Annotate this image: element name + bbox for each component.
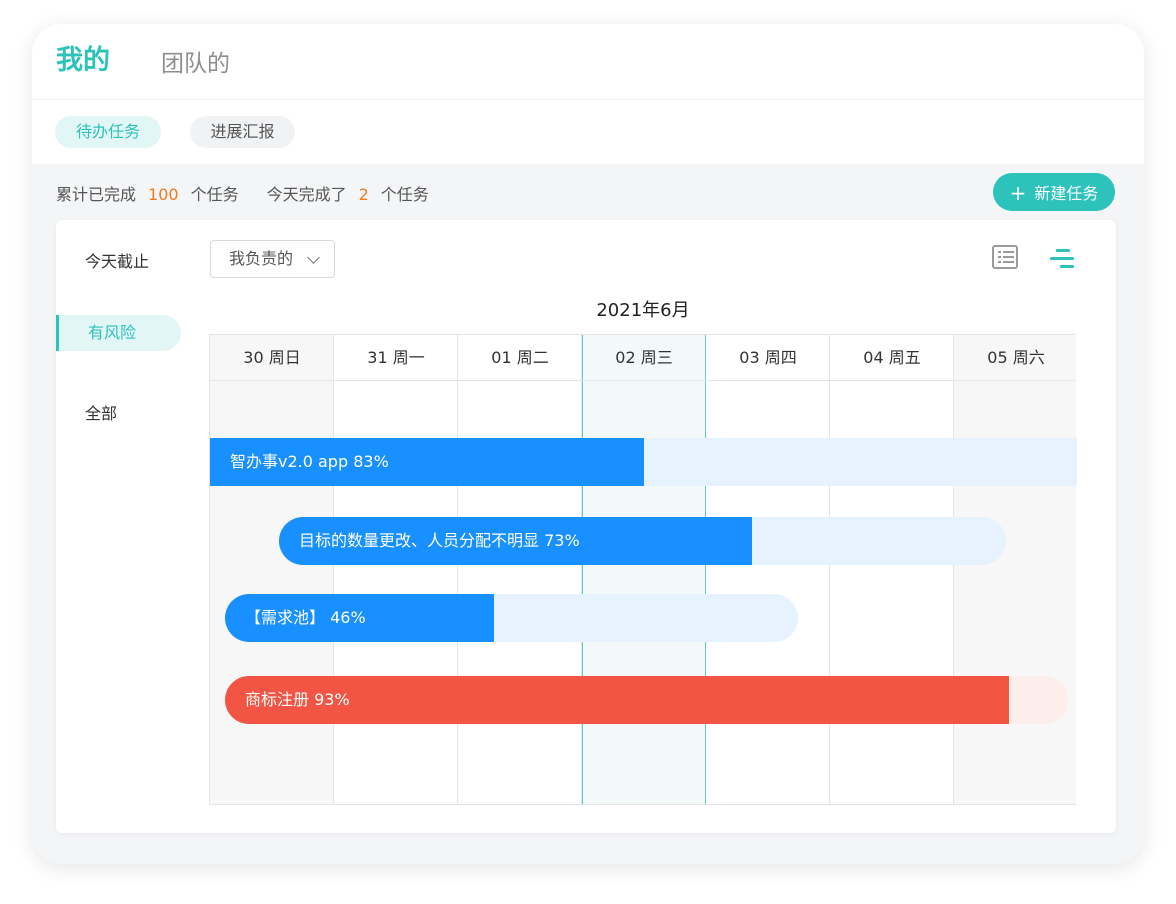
top-section: 我的 团队的 待办任务 进展汇报 [32, 24, 1144, 164]
task-bar[interactable]: 目标的数量更改、人员分配不明显 73% [279, 517, 1006, 565]
tab-mine[interactable]: 我的 [56, 38, 110, 77]
completed-count: 100 [148, 185, 179, 204]
subtab-report[interactable]: 进展汇报 [190, 116, 295, 148]
task-stats: 累计已完成 100 个任务 今天完成了 2 个任务 [56, 181, 429, 205]
sidebar-item-at-risk[interactable]: 有风险 [56, 315, 181, 351]
day-header-today: 02 周三 [615, 348, 673, 367]
task-label: 商标注册 93% [245, 690, 350, 709]
task-label: 智办事v2.0 app 83% [230, 452, 389, 471]
column-thu [706, 335, 830, 804]
task-label: 【需求池】 46% [245, 608, 366, 627]
completed-suffix: 个任务 [190, 185, 239, 204]
task-bar[interactable]: 商标注册 93% [225, 676, 1068, 724]
gantt-view-icon[interactable] [1050, 248, 1076, 270]
today-label: 今天完成了 [266, 185, 347, 204]
subtab-todo[interactable]: 待办任务 [55, 116, 161, 148]
today-suffix: 个任务 [380, 185, 429, 204]
day-header: 30 周日 [243, 348, 301, 367]
main-tabs: 我的 团队的 [32, 24, 1144, 100]
day-header: 04 周五 [863, 348, 921, 367]
column-sat [954, 335, 1076, 804]
day-header: 01 周二 [491, 348, 549, 367]
today-count: 2 [358, 185, 369, 204]
sidebar-item-due-today[interactable]: 今天截止 [85, 248, 149, 272]
column-sun [210, 335, 334, 804]
tab-team[interactable]: 团队的 [161, 44, 230, 78]
new-task-label: 新建任务 [1034, 184, 1099, 203]
chevron-down-icon [307, 251, 320, 264]
task-label: 目标的数量更改、人员分配不明显 73% [299, 531, 580, 550]
sidebar-item-all[interactable]: 全部 [85, 400, 117, 424]
task-card: 我的 团队的 待办任务 进展汇报 累计已完成 100 个任务 今天完成了 2 个任务 + 新… [32, 24, 1144, 864]
new-task-button[interactable]: + 新建任务 [993, 173, 1115, 211]
list-view-icon[interactable] [992, 245, 1018, 269]
day-header: 03 周四 [739, 348, 797, 367]
owner-filter-value: 我负责的 [229, 249, 294, 268]
column-tue [458, 335, 582, 804]
task-panel: 今天截止 有风险 全部 我负责的 2021年6月 30 周日 31 周一 01 … [56, 220, 1116, 833]
gantt-grid: 30 周日 31 周一 01 周二 02 周三 03 周四 04 周五 05 周… [209, 334, 1077, 805]
day-header: 05 周六 [987, 348, 1045, 367]
calendar-header: 30 周日 31 周一 01 周二 02 周三 03 周四 04 周五 05 周… [210, 335, 1075, 381]
completed-label: 累计已完成 [56, 185, 137, 204]
day-header: 31 周一 [367, 348, 425, 367]
task-bar[interactable]: 【需求池】 46% [225, 594, 798, 642]
owner-filter-select[interactable]: 我负责的 [210, 240, 335, 278]
column-mon [334, 335, 458, 804]
calendar-month: 2021年6月 [596, 300, 690, 321]
column-fri [830, 335, 954, 804]
plus-icon: + [1009, 181, 1027, 205]
task-bar[interactable]: 智办事v2.0 app 83% [210, 438, 1077, 486]
column-today [582, 335, 706, 804]
